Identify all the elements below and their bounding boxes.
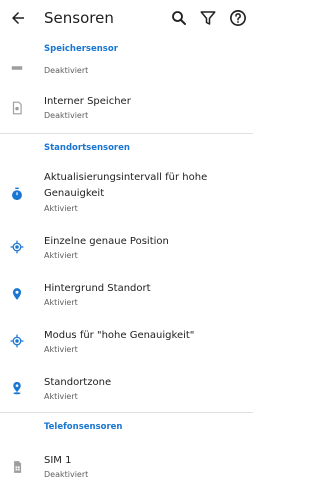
location-pin-icon (12, 288, 22, 300)
storage-bar-icon (11, 66, 23, 70)
gps-fixed-icon (10, 334, 24, 348)
list-item-title: Interner Speicher (44, 96, 131, 107)
divider (0, 133, 253, 134)
search-icon[interactable] (170, 9, 188, 27)
list-item-title-line2: Genauigkeit (44, 188, 105, 199)
list-item-subtitle: Deaktiviert (44, 470, 89, 479)
list-item-update-interval[interactable]: Aktualisierungsintervall für hohe Genaui… (0, 168, 253, 216)
list-item-title: Hintergrund Standort (44, 283, 151, 294)
divider (0, 412, 253, 413)
section-header-standortsensoren: Standortsensoren (44, 143, 130, 153)
section-header-speichersensor: Speichersensor (44, 44, 118, 54)
page-title: Sensoren (44, 9, 114, 27)
list-item-standortzone[interactable]: Standortzone Aktiviert (0, 373, 253, 405)
list-item-subtitle: Aktiviert (44, 204, 78, 213)
app-bar: Sensoren (0, 0, 253, 36)
list-item-title: Modus für "hohe Genauigkeit" (44, 330, 195, 341)
list-item-subtitle: Deaktiviert (44, 66, 89, 75)
timer-icon (12, 187, 22, 201)
section-header-telefonsensoren: Telefonsensoren (44, 422, 123, 432)
help-icon[interactable] (229, 9, 247, 27)
list-item-einzelne-position[interactable]: Einzelne genaue Position Aktiviert (0, 232, 253, 264)
list-item-storage-sensor[interactable]: Deaktiviert (0, 58, 253, 86)
list-item-subtitle: Aktiviert (44, 345, 78, 354)
list-item-subtitle: Deaktiviert (44, 111, 89, 120)
list-item-title: SIM 1 (44, 455, 72, 466)
list-item-title: Standortzone (44, 377, 112, 388)
list-item-sim-1[interactable]: SIM 1 Deaktiviert (0, 451, 253, 483)
sd-card-icon (12, 101, 22, 115)
list-item-title: Einzelne genaue Position (44, 236, 169, 247)
list-item-hohe-genauigkeit[interactable]: Modus für "hohe Genauigkeit" Aktiviert (0, 326, 253, 358)
filter-icon[interactable] (199, 9, 217, 27)
list-item-subtitle: Aktiviert (44, 298, 78, 307)
sim-card-icon (14, 461, 22, 473)
list-item-title: Aktualisierungsintervall für hohe (44, 172, 208, 183)
list-item-subtitle: Aktiviert (44, 392, 78, 401)
list-item-subtitle: Aktiviert (44, 251, 78, 260)
list-item-interner-speicher[interactable]: Interner Speicher Deaktiviert (0, 92, 253, 126)
gps-fixed-icon (10, 240, 24, 254)
back-arrow-icon[interactable] (9, 9, 27, 27)
person-pin-icon (13, 381, 21, 395)
list-item-hintergrund-standort[interactable]: Hintergrund Standort Aktiviert (0, 279, 253, 311)
